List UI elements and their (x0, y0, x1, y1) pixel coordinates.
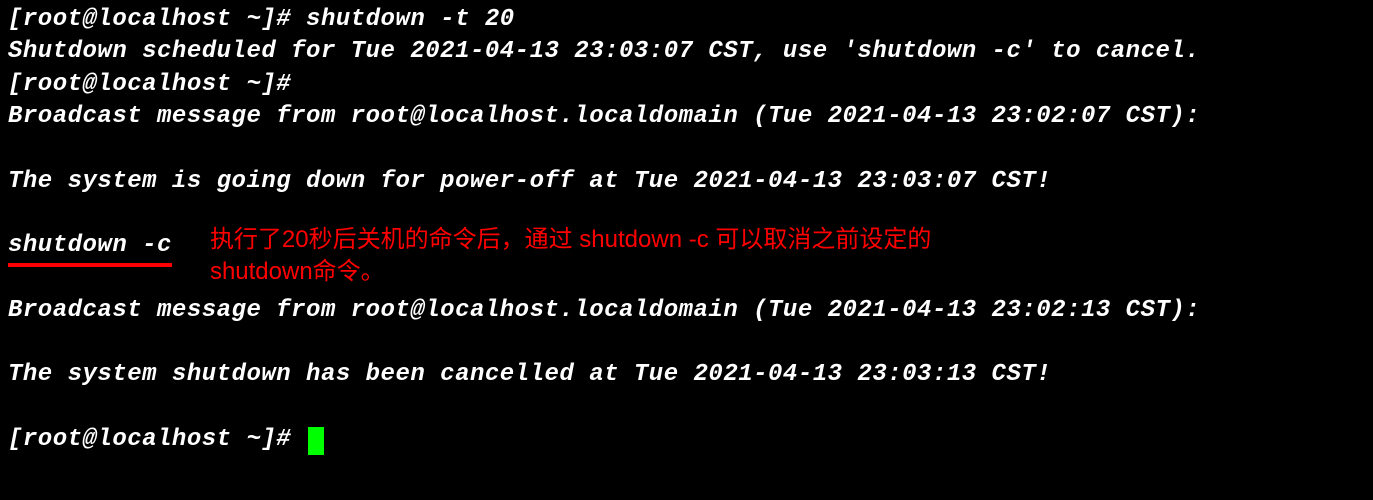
command-shutdown-cancel: shutdown -c (8, 230, 172, 267)
blank-line (8, 327, 1365, 359)
prompt: [root@localhost ~]# (8, 426, 306, 453)
blank-line (8, 392, 1365, 424)
annotation-row: shutdown -c 执行了20秒后关机的命令后，通过 shutdown -c… (8, 230, 1365, 295)
terminal-line-prompt-empty: [root@localhost ~]# (8, 69, 1365, 101)
terminal-output-broadcast1: Broadcast message from root@localhost.lo… (8, 101, 1365, 133)
annotation-text: 执行了20秒后关机的命令后，通过 shutdown -c 可以取消之前设定的 s… (210, 224, 931, 289)
terminal-output-scheduled: Shutdown scheduled for Tue 2021-04-13 23… (8, 36, 1365, 68)
annotation-line2: shutdown命令。 (210, 258, 385, 285)
terminal-line-final[interactable]: [root@localhost ~]# (8, 424, 1365, 456)
terminal-output-broadcast2: Broadcast message from root@localhost.lo… (8, 295, 1365, 327)
command-shutdown-schedule: shutdown -t 20 (306, 6, 515, 33)
cursor-icon (308, 427, 324, 455)
annotation-line1: 执行了20秒后关机的命令后，通过 shutdown -c 可以取消之前设定的 (210, 226, 931, 253)
terminal-line-1: [root@localhost ~]# shutdown -t 20 (8, 4, 1365, 36)
prompt: [root@localhost ~]# (8, 6, 306, 33)
blank-line (8, 134, 1365, 166)
terminal-output-cancelled: The system shutdown has been cancelled a… (8, 359, 1365, 391)
terminal-output-going-down: The system is going down for power-off a… (8, 166, 1365, 198)
